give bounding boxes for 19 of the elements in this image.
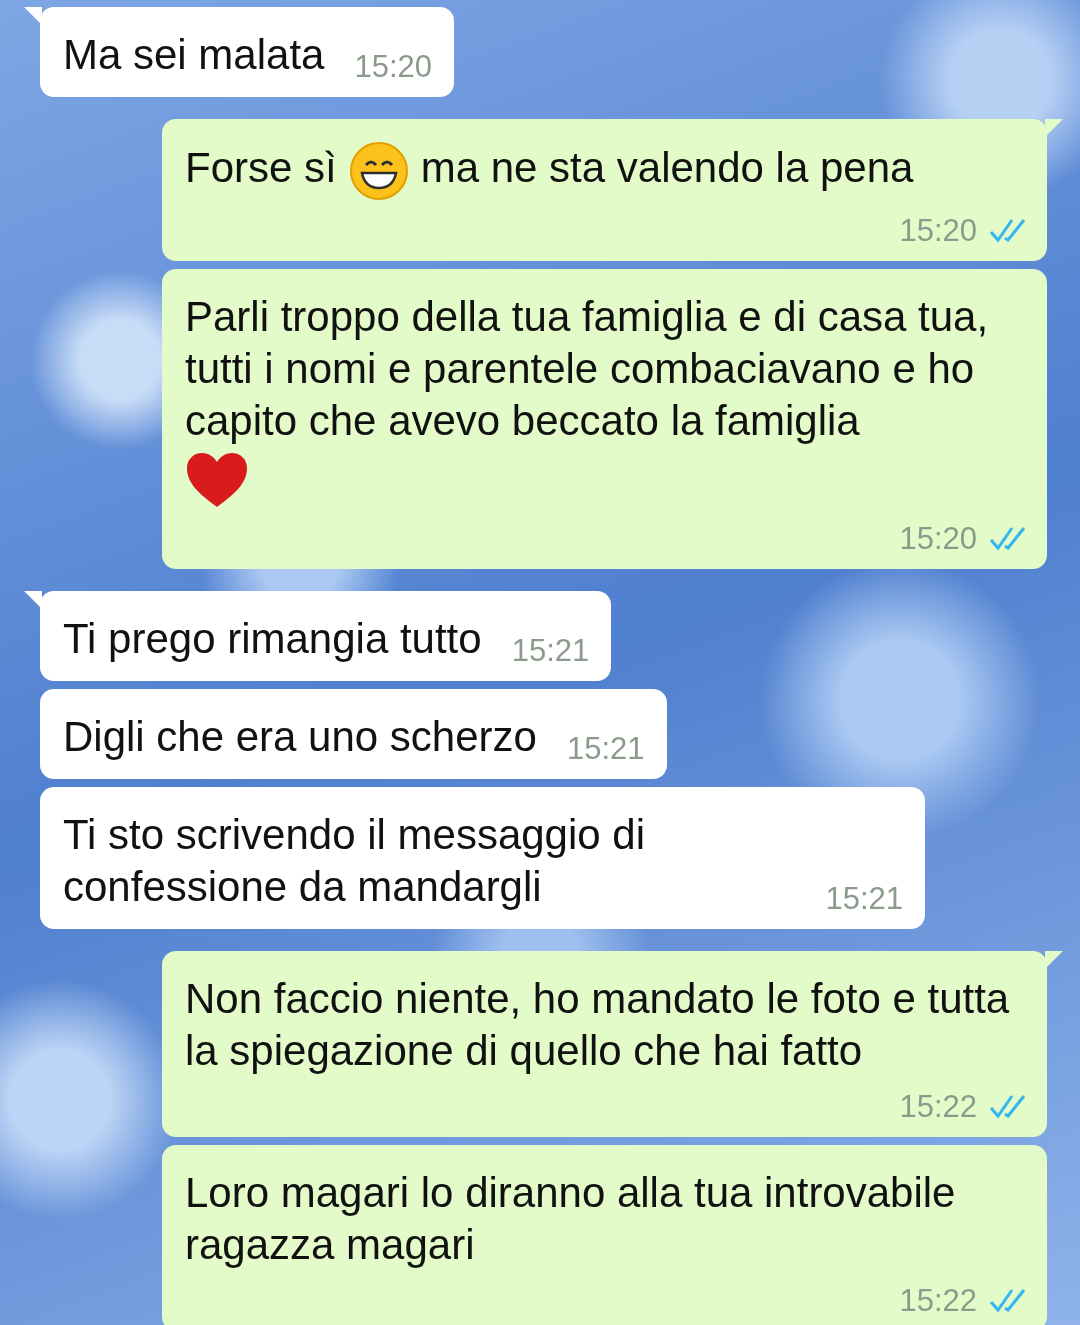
message-text: Parli troppo della tua famiglia e di casa tua, tutti i nomi e parentele combaciavano e ho capito che avevo beccato la famiglia	[185, 293, 989, 444]
heart-icon	[185, 451, 249, 509]
grinning-face-icon	[348, 141, 409, 201]
message-text: Forse sì	[185, 144, 337, 192]
message-text: Ti sto scrivendo il messaggio di confessione da mandargli	[63, 811, 645, 910]
message-text: ma ne sta valendo la pena	[420, 144, 914, 192]
message-text: Ti prego rimangia tutto	[63, 615, 482, 662]
message-time: 15:21	[825, 880, 903, 918]
message-text: Ma sei malata	[63, 31, 325, 78]
message-time: 15:20	[899, 520, 977, 558]
message-time: 15:20	[899, 212, 977, 250]
message-time: 15:21	[511, 632, 590, 670]
message-time: 15:21	[566, 730, 645, 768]
message-time: 15:20	[354, 48, 432, 86]
message-text: Loro magari lo diranno alla tua introvabile ragazza magari	[185, 1169, 956, 1268]
message-text: Digli che era uno scherzo	[63, 713, 537, 760]
message-time: 15:22	[899, 1088, 977, 1126]
message-time: 15:22	[899, 1282, 977, 1320]
message-text: Non faccio niente, ho mandato le foto e tutta la spiegazione di quello che hai fatto	[185, 975, 1010, 1074]
